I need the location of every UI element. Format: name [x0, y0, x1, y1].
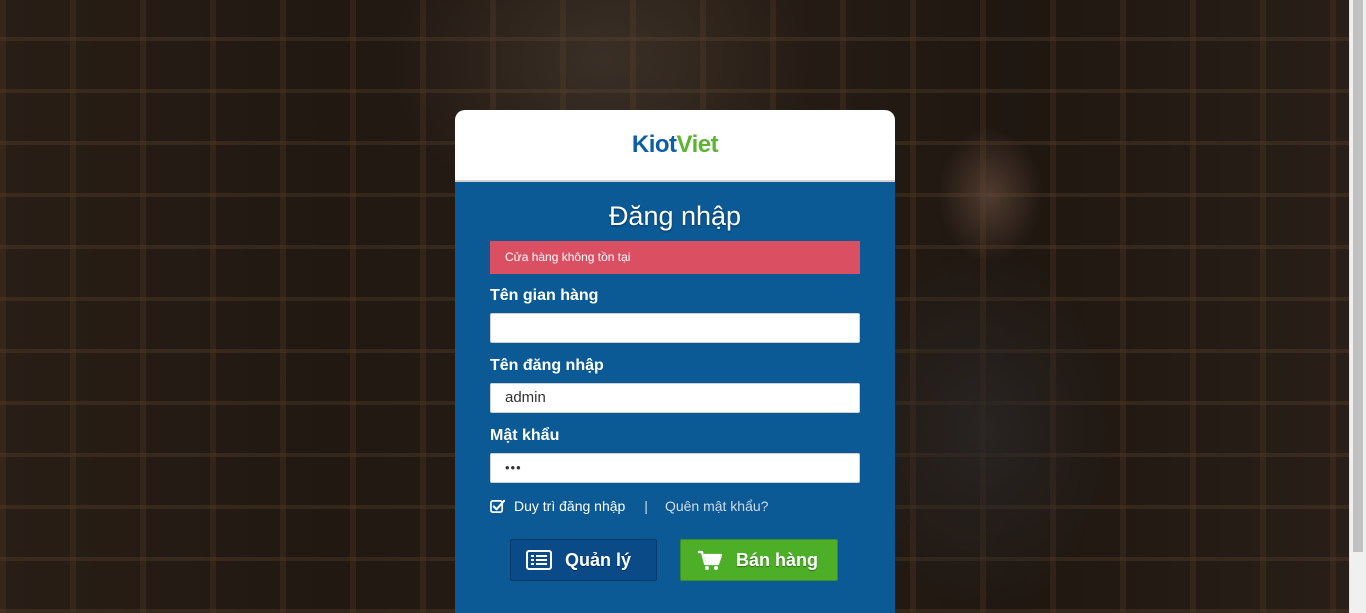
username-label: Tên đăng nhập	[490, 357, 604, 374]
scrollbar-thumb[interactable]	[1353, 0, 1363, 552]
manage-button-label: Quản lý	[565, 549, 632, 570]
remember-login-label[interactable]: Duy trì đăng nhập	[514, 498, 625, 514]
checkbox-checked-icon[interactable]	[490, 499, 505, 514]
store-input[interactable]	[490, 313, 860, 343]
sell-button[interactable]: Bán hàng	[680, 539, 838, 581]
manage-button[interactable]: Quản lý	[510, 539, 657, 581]
kiotviet-logo: KiotViet	[631, 131, 719, 159]
login-form: Đăng nhập Cửa hàng không tồn tại Tên gia…	[455, 182, 895, 613]
password-input[interactable]: •••	[490, 453, 860, 483]
sell-button-label: Bán hàng	[736, 549, 819, 570]
logo-part-kiot: Kiot	[631, 131, 677, 158]
forgot-password-link[interactable]: Quên mật khẩu?	[665, 498, 769, 514]
login-options: Duy trì đăng nhập | Quên mật khẩu?	[490, 498, 860, 514]
vertical-scrollbar[interactable]	[1349, 0, 1366, 613]
login-card: KiotViet Đăng nhập Cửa hàng không tồn tạ…	[455, 110, 895, 613]
password-label: Mật khẩu	[490, 427, 560, 444]
logo-part-viet: Viet	[676, 131, 719, 158]
card-header: KiotViet	[455, 110, 895, 182]
username-input[interactable]: admin	[490, 383, 860, 413]
cart-icon	[698, 550, 723, 570]
error-alert: Cửa hàng không tồn tại	[490, 241, 860, 274]
store-label: Tên gian hàng	[490, 287, 599, 304]
list-icon	[526, 550, 552, 570]
action-buttons: Quản lý Bán hàng	[490, 539, 860, 581]
options-separator: |	[644, 498, 648, 514]
page-title: Đăng nhập	[608, 201, 742, 231]
